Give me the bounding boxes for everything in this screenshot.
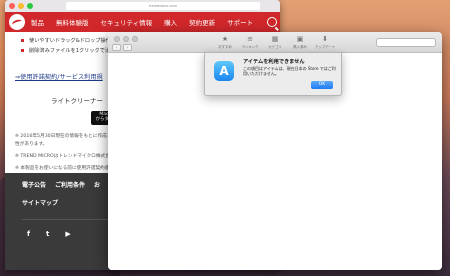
- footer-link-more[interactable]: お: [94, 180, 100, 189]
- close-window-button[interactable]: [9, 3, 15, 9]
- site-navigation: 製品 無料体験版 セキュリティ情報 購入 契約更新 サポート: [5, 12, 280, 32]
- zoom-window-button[interactable]: [27, 3, 33, 9]
- tab-top-charts[interactable]: ≡ ランキング: [239, 35, 261, 49]
- nav-item-security-info[interactable]: セキュリティ情報: [101, 17, 153, 27]
- app-store-toolbar: ‹ › ★ おすすめ ≡ ランキング ▦ カテゴリ ▣ 購入済み ⬇ アップデー…: [108, 32, 442, 53]
- download-icon: ⬇: [322, 35, 328, 43]
- minimize-window-button[interactable]: [123, 36, 129, 42]
- item-unavailable-alert: A アイテムを利用できません この項目はアイテムは、現在日本の Store では…: [204, 52, 342, 96]
- trend-micro-logo[interactable]: [9, 14, 25, 30]
- tab-label: 購入済み: [293, 45, 307, 49]
- footer-link-terms[interactable]: ご利用条件: [55, 180, 85, 189]
- app-store-icon: A: [214, 61, 234, 81]
- forward-button[interactable]: ›: [123, 44, 132, 51]
- tab-label: アップデート: [314, 45, 336, 49]
- address-bar[interactable]: trendmicro.com: [66, 2, 260, 10]
- store-search-input[interactable]: [376, 38, 436, 47]
- tab-categories[interactable]: ▦ カテゴリ: [264, 35, 286, 49]
- app-store-tabs: ★ おすすめ ≡ ランキング ▦ カテゴリ ▣ 購入済み ⬇ アップデート: [214, 35, 336, 49]
- search-icon[interactable]: [267, 17, 278, 27]
- youtube-icon[interactable]: ▶: [65, 230, 70, 238]
- nav-item-renewal[interactable]: 契約更新: [189, 17, 215, 27]
- nav-item-support[interactable]: サポート: [227, 17, 253, 27]
- alert-title: アイテムを利用できません: [243, 59, 305, 65]
- close-window-button[interactable]: [114, 36, 120, 42]
- back-button[interactable]: ‹: [112, 44, 121, 51]
- alert-message: この項目はアイテムは、現在日本の Store ではご利用いただけません。: [243, 66, 336, 77]
- window-controls: [114, 36, 138, 42]
- history-navigation: ‹ ›: [112, 44, 132, 51]
- twitter-icon[interactable]: t: [46, 230, 49, 238]
- tab-label: カテゴリ: [268, 45, 282, 49]
- app-store-window[interactable]: ‹ › ★ おすすめ ≡ ランキング ▦ カテゴリ ▣ 購入済み ⬇ アップデー…: [108, 32, 442, 270]
- purchased-icon: ▣: [296, 35, 304, 43]
- tab-label: おすすめ: [218, 45, 232, 49]
- list-icon: ≡: [247, 35, 253, 43]
- nav-item-free-trial[interactable]: 無料体験版: [56, 17, 89, 27]
- tab-purchased[interactable]: ▣ 購入済み: [289, 35, 311, 49]
- minimize-window-button[interactable]: [18, 3, 24, 9]
- facebook-icon[interactable]: f: [27, 230, 30, 238]
- nav-item-products[interactable]: 製品: [31, 17, 44, 27]
- grid-icon: ▦: [271, 35, 279, 43]
- tab-label: ランキング: [241, 45, 259, 49]
- footer-link-public-notice[interactable]: 電子公告: [22, 180, 46, 189]
- zoom-window-button[interactable]: [132, 36, 138, 42]
- tab-updates[interactable]: ⬇ アップデート: [314, 35, 336, 49]
- browser-titlebar[interactable]: trendmicro.com: [5, 0, 280, 12]
- star-icon: ★: [221, 35, 229, 43]
- ok-button[interactable]: OK: [311, 81, 333, 89]
- nav-item-purchase[interactable]: 購入: [164, 17, 177, 27]
- feature-text: 使いやすいドラッグ&ドロップ操作: [29, 38, 111, 44]
- tab-featured[interactable]: ★ おすすめ: [214, 35, 236, 49]
- feature-text: 削除済みファイルを1クリックで消去: [29, 48, 116, 54]
